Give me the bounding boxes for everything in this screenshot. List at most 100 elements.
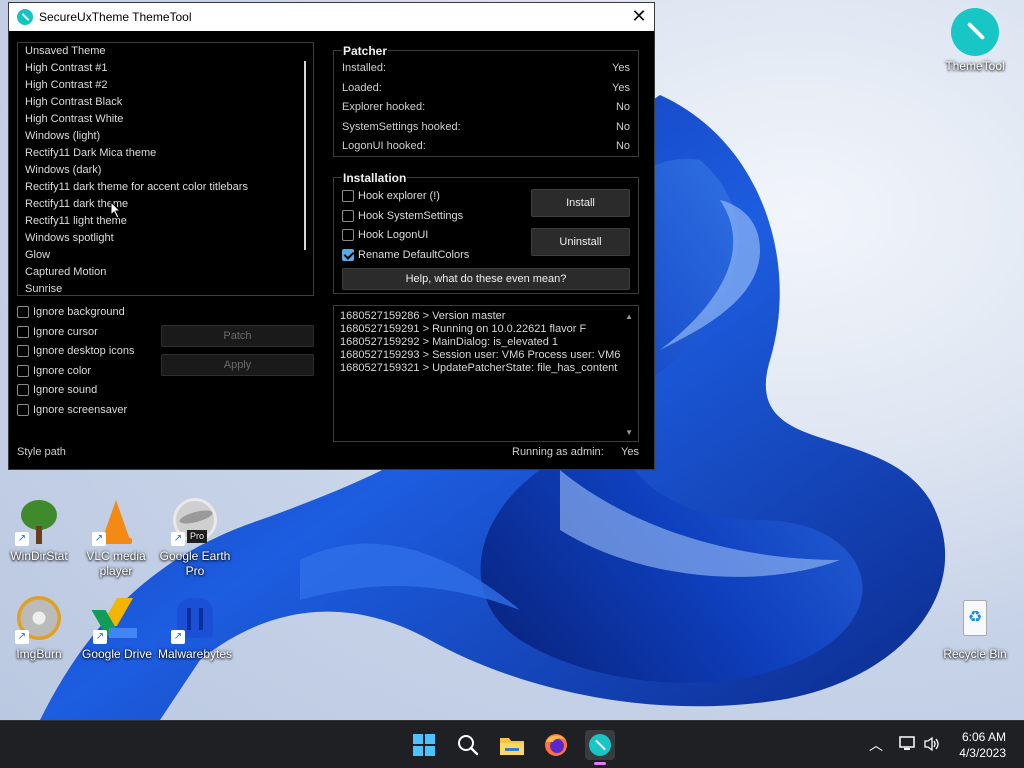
ignore-screensaver-checkbox[interactable]: Ignore screensaver [17,404,127,416]
theme-list-item[interactable]: Windows (dark) [18,162,313,179]
install-button[interactable]: Install [531,189,630,217]
theme-list-item[interactable]: Glow [18,247,313,264]
scroll-up-icon[interactable]: ▲ [625,312,633,321]
chevron-up-icon[interactable]: ︿ [869,735,883,755]
checkbox-box [17,326,29,338]
start-button[interactable] [409,730,439,760]
firefox-icon [545,734,567,756]
theme-list-item[interactable]: Windows (light) [18,128,313,145]
desktop-icon-label: ThemeTool [945,59,1005,73]
file-explorer-button[interactable] [497,730,527,760]
volume-icon[interactable] [923,736,941,752]
network-icon[interactable] [899,736,917,752]
themetool-icon [951,8,999,56]
ignore-desktop-icons-checkbox[interactable]: Ignore desktop icons [17,345,135,357]
folder-icon [500,738,524,755]
patch-button[interactable]: Patch [161,325,314,347]
desktop-icon-label: Malwarebytes [157,647,233,661]
status-label: Explorer hooked: [342,101,426,113]
theme-list-item[interactable]: High Contrast Black [18,94,313,111]
ignore-cursor-checkbox[interactable]: Ignore cursor [17,326,98,338]
theme-list-item[interactable]: Sunrise [18,281,313,295]
desktop-icon-vlc[interactable]: ↗ VLC media player [78,498,154,579]
log-line: 1680527159286 > Version master [340,310,506,322]
google-drive-icon: ↗ [91,596,141,644]
running-as-admin-label: Running as admin: [512,446,604,458]
malwarebytes-icon: ↗ [171,596,219,644]
checkbox-label: Ignore background [33,306,125,318]
log-line: 1680527159293 > Session user: VM6 Proces… [340,349,621,361]
hook-explorer-checkbox[interactable]: Hook explorer (!) [342,190,440,202]
installation-title: Installation [342,171,408,185]
desktop-icon-themetool[interactable]: ThemeTool [937,8,1013,74]
disc-icon: ↗ [15,596,63,644]
apply-button[interactable]: Apply [161,354,314,376]
theme-list-scrollbar[interactable] [304,61,306,250]
theme-list[interactable]: Unsaved Theme High Contrast #1 High Cont… [17,42,314,296]
hook-systemsettings-checkbox[interactable]: Hook SystemSettings [342,210,463,222]
desktop-icon-imgburn[interactable]: ↗ ImgBurn [1,596,77,662]
checkbox-box [17,345,29,357]
status-value: No [615,121,630,133]
clock-time: 6:06 AM [961,730,1006,744]
status-label: SystemSettings hooked: [342,121,461,133]
log-line: 1680527159321 > UpdatePatcherState: file… [340,362,618,374]
status-value: No [615,140,630,152]
ignore-color-checkbox[interactable]: Ignore color [17,365,91,377]
desktop-icon-windirstat[interactable]: ↗ WinDirStat [1,498,77,564]
theme-list-item[interactable]: Rectify11 Dark Mica theme [18,145,313,162]
status-value: No [615,101,630,113]
themetool-taskbar-icon [589,734,611,756]
checkbox-box [17,365,29,377]
log-output[interactable]: 1680527159286 > Version master 168052715… [333,305,639,442]
checkbox-label: Ignore cursor [33,326,98,338]
search-button[interactable] [453,730,483,760]
ignore-background-checkbox[interactable]: Ignore background [17,306,125,318]
checkbox-box [342,210,354,222]
status-label: Loaded: [342,82,382,94]
hook-logonui-checkbox[interactable]: Hook LogonUI [342,229,428,241]
theme-list-item[interactable]: Rectify11 light theme [18,213,313,230]
theme-list-item[interactable]: High Contrast #2 [18,77,313,94]
patcher-group: Patcher Installed: Yes Loaded: Yes Explore… [333,44,639,157]
checkbox-label: Rename DefaultColors [358,249,470,261]
patcher-title: Patcher [342,44,389,58]
desktop-icon-malwarebytes[interactable]: ↗ Malwarebytes [157,596,233,662]
shortcut-arrow-icon: ↗ [92,532,106,546]
theme-list-item[interactable]: Unsaved Theme [18,43,313,60]
checkbox-label: Hook SystemSettings [358,210,464,222]
theme-list-item[interactable]: High Contrast #1 [18,60,313,77]
theme-list-item[interactable]: Rectify11 dark theme [18,196,313,213]
desktop-icon-label: Recycle Bin [943,647,1007,661]
status-value: Yes [612,62,630,74]
title-bar: SecureUxTheme ThemeTool ✕ [9,3,654,31]
installation-group: Installation Hook explorer (!) Hook Syst… [333,171,639,294]
scroll-down-icon[interactable]: ▼ [625,428,633,437]
desktop-icon-google-drive[interactable]: ↗ Google Drive [79,596,155,662]
patcher-row-explorer: Explorer hooked: No [342,101,630,113]
rename-defaultcolors-checkbox[interactable]: Rename DefaultColors [342,249,469,261]
themetool-taskbar-button[interactable] [585,730,615,765]
recycle-bin-icon: ♻ [951,596,999,644]
clock-date: 4/3/2023 [959,746,1006,760]
running-as-admin-value: Yes [621,446,639,458]
checkbox-box [17,306,29,318]
uninstall-button[interactable]: Uninstall [531,228,630,256]
system-clock[interactable]: 6:06 AM 4/3/2023 [959,729,1006,761]
theme-list-item[interactable]: Windows spotlight [18,230,313,247]
desktop-icon-label: WinDirStat [10,549,68,563]
desktop-icon-recycle-bin[interactable]: ♻ Recycle Bin [937,596,1013,662]
ignore-sound-checkbox[interactable]: Ignore sound [17,384,97,396]
firefox-button[interactable] [541,730,571,760]
theme-list-item[interactable]: Captured Motion [18,264,313,281]
close-button[interactable]: ✕ [624,3,654,31]
shortcut-arrow-icon: ↗ [15,630,29,644]
checkbox-box [17,384,29,396]
windows-logo-icon [413,734,435,756]
theme-list-item[interactable]: High Contrast White [18,111,313,128]
app-icon [17,9,33,25]
theme-list-item[interactable]: Rectify11 dark theme for accent color ti… [18,179,313,196]
desktop-icon-google-earth[interactable]: Pro ↗ Google Earth Pro [157,498,233,579]
desktop-icon-label: Google Drive [81,647,153,661]
help-button[interactable]: Help, what do these even mean? [342,268,630,290]
